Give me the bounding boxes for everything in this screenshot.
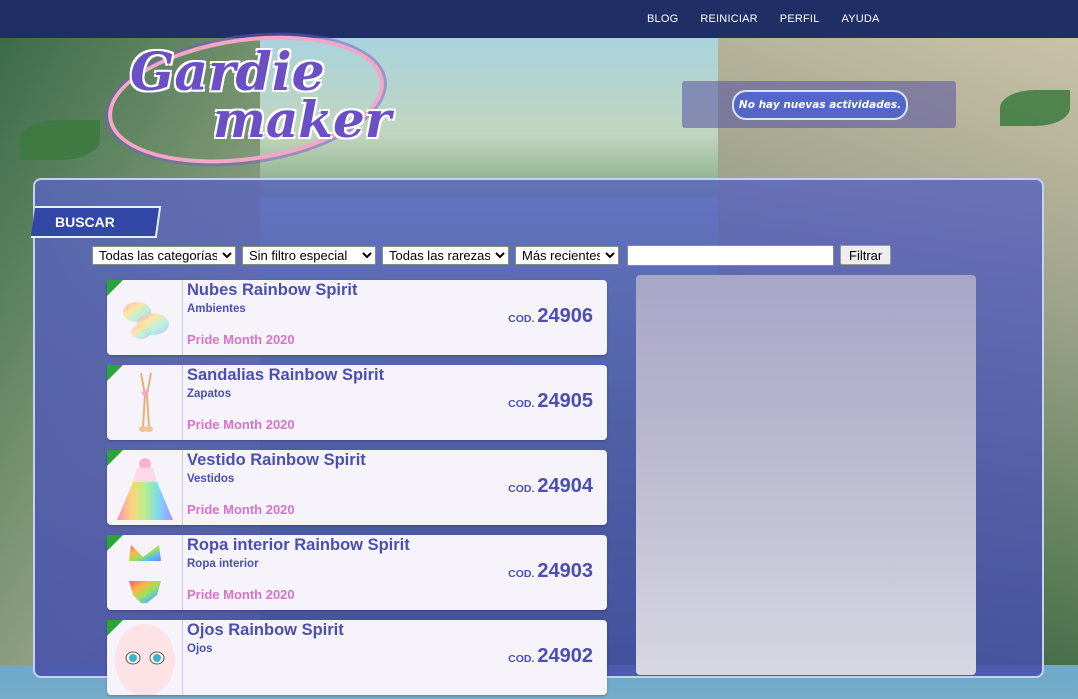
category-select[interactable]: Todas las categorías — [92, 245, 236, 265]
item-event: Pride Month 2020 — [187, 502, 295, 517]
new-badge — [107, 450, 123, 466]
item-name[interactable]: Ojos Rainbow Spirit — [187, 621, 344, 640]
item-category: Ambientes — [187, 303, 246, 315]
background-leaf — [20, 120, 100, 160]
item-code: COD. 24904 — [508, 475, 593, 497]
item-name[interactable]: Sandalias Rainbow Spirit — [187, 366, 384, 385]
background-leaf — [1000, 90, 1070, 126]
rarity-select[interactable]: Todas las rarezas — [382, 245, 509, 265]
top-nav: BLOG REINICIAR PERFIL AYUDA — [636, 0, 891, 38]
nav-perfil-link[interactable]: PERFIL — [780, 13, 820, 25]
sort-select[interactable]: Más recientes — [515, 245, 619, 265]
item-name[interactable]: Nubes Rainbow Spirit — [187, 281, 358, 300]
list-item[interactable]: Nubes Rainbow Spirit Ambientes Pride Mon… — [107, 280, 607, 355]
new-badge — [107, 280, 123, 296]
item-code: COD. 24905 — [508, 390, 593, 412]
item-category: Vestidos — [187, 473, 235, 485]
item-name[interactable]: Vestido Rainbow Spirit — [187, 451, 366, 470]
list-item[interactable]: Ojos Rainbow Spirit Ojos COD. 24902 — [107, 620, 607, 696]
nav-ayuda-link[interactable]: AYUDA — [842, 13, 880, 25]
item-name[interactable]: Ropa interior Rainbow Spirit — [187, 536, 410, 555]
new-badge — [107, 620, 123, 636]
item-code: COD. 24906 — [508, 305, 593, 327]
search-input[interactable] — [627, 244, 834, 266]
special-filter-select[interactable]: Sin filtro especial — [242, 245, 376, 265]
item-category: Ropa interior — [187, 558, 259, 570]
item-category: Zapatos — [187, 388, 232, 400]
item-event: Pride Month 2020 — [187, 587, 295, 602]
item-preview — [636, 275, 976, 675]
item-category: Ojos — [187, 643, 213, 655]
gardie-maker-logo[interactable]: Gardie maker — [99, 19, 393, 180]
item-code: COD. 24903 — [508, 560, 593, 582]
activity-box: No hay nuevas actividades. — [682, 81, 956, 128]
nav-reiniciar-link[interactable]: REINICIAR — [700, 13, 757, 25]
nav-blog-link[interactable]: BLOG — [647, 13, 678, 25]
filter-button[interactable]: Filtrar — [840, 245, 892, 265]
item-event: Pride Month 2020 — [187, 332, 295, 347]
list-item[interactable]: Ropa interior Rainbow Spirit Ropa interi… — [107, 535, 607, 610]
activity-status[interactable]: No hay nuevas actividades. — [732, 90, 908, 120]
list-item[interactable]: Vestido Rainbow Spirit Vestidos Pride Mo… — [107, 450, 607, 525]
search-tab-label: BUSCAR — [55, 214, 115, 230]
logo-text-maker: maker — [213, 90, 392, 149]
search-tab: BUSCAR — [30, 206, 162, 238]
new-badge — [107, 365, 123, 381]
item-event: Pride Month 2020 — [187, 417, 295, 432]
filter-bar: Todas las categorías Sin filtro especial… — [92, 244, 892, 266]
list-item[interactable]: Sandalias Rainbow Spirit Zapatos Pride M… — [107, 365, 607, 440]
new-badge — [107, 535, 123, 551]
